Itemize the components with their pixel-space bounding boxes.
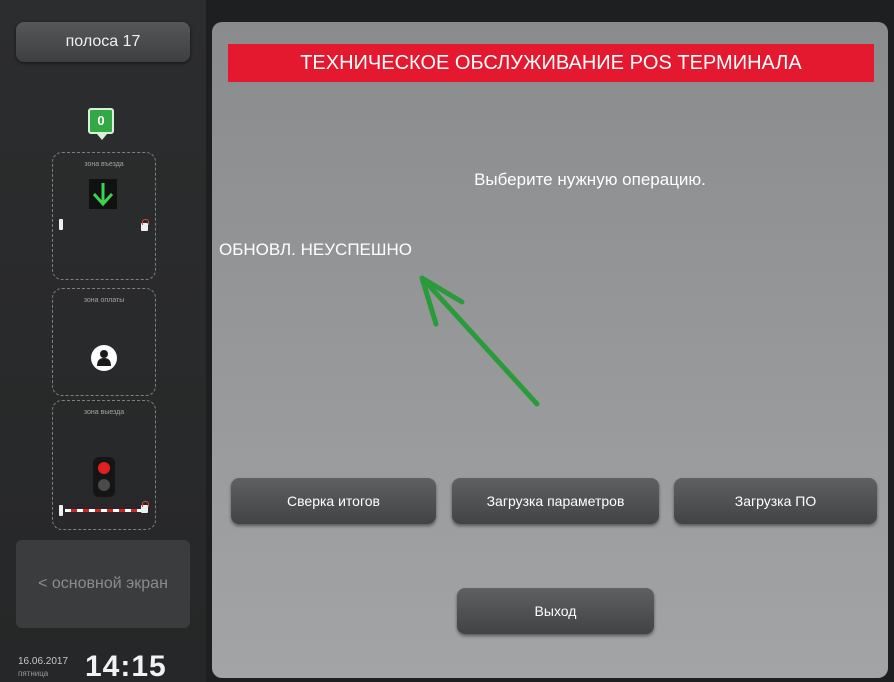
load-software-button[interactable]: Загрузка ПО — [674, 478, 877, 524]
barrier-icon — [65, 509, 143, 512]
exit-button[interactable]: Выход — [457, 588, 654, 634]
annotation-arrow — [419, 275, 540, 407]
date-label: 16.06.2017 — [18, 656, 69, 667]
update-status-text: ОБНОВЛ. НЕУСПЕШНО — [219, 240, 412, 259]
back-to-main-screen-button[interactable]: < основной экран — [16, 540, 190, 628]
lock-icon — [141, 501, 149, 513]
payment-zone: зона оплаты — [52, 288, 156, 396]
lock-icon — [141, 219, 149, 231]
exit-zone: зона выезда — [52, 400, 156, 530]
operation-prompt: Выберите нужную операцию. — [474, 170, 706, 189]
load-parameters-button[interactable]: Загрузка параметров — [452, 478, 659, 524]
gate-post-icon — [59, 505, 63, 516]
page-title: ТЕХНИЧЕСКОЕ ОБСЛУЖИВАНИЕ POS ТЕРМИНАЛА — [228, 44, 874, 82]
arrow-down-icon — [89, 179, 117, 209]
traffic-light-icon — [93, 457, 115, 497]
lane-button[interactable]: полоса 17 — [16, 22, 190, 62]
weekday-label: пятница — [18, 669, 49, 678]
sidebar: полоса 17 0 зона въезда зона оплаты зона… — [0, 0, 206, 682]
reconcile-totals-button[interactable]: Сверка итогов — [231, 478, 436, 524]
clock: 14:15 — [85, 650, 167, 682]
entry-zone-label: зона въезда — [84, 161, 124, 168]
exit-zone-label: зона выезда — [83, 409, 125, 416]
counter-badge: 0 — [88, 108, 114, 140]
payment-zone-label: зона оплаты — [83, 297, 125, 304]
gate-post-icon — [59, 219, 63, 230]
maintenance-panel: ТЕХНИЧЕСКОЕ ОБСЛУЖИВАНИЕ POS ТЕРМИНАЛА В… — [212, 22, 888, 678]
entry-zone: зона въезда — [52, 152, 156, 280]
person-icon — [91, 345, 117, 371]
